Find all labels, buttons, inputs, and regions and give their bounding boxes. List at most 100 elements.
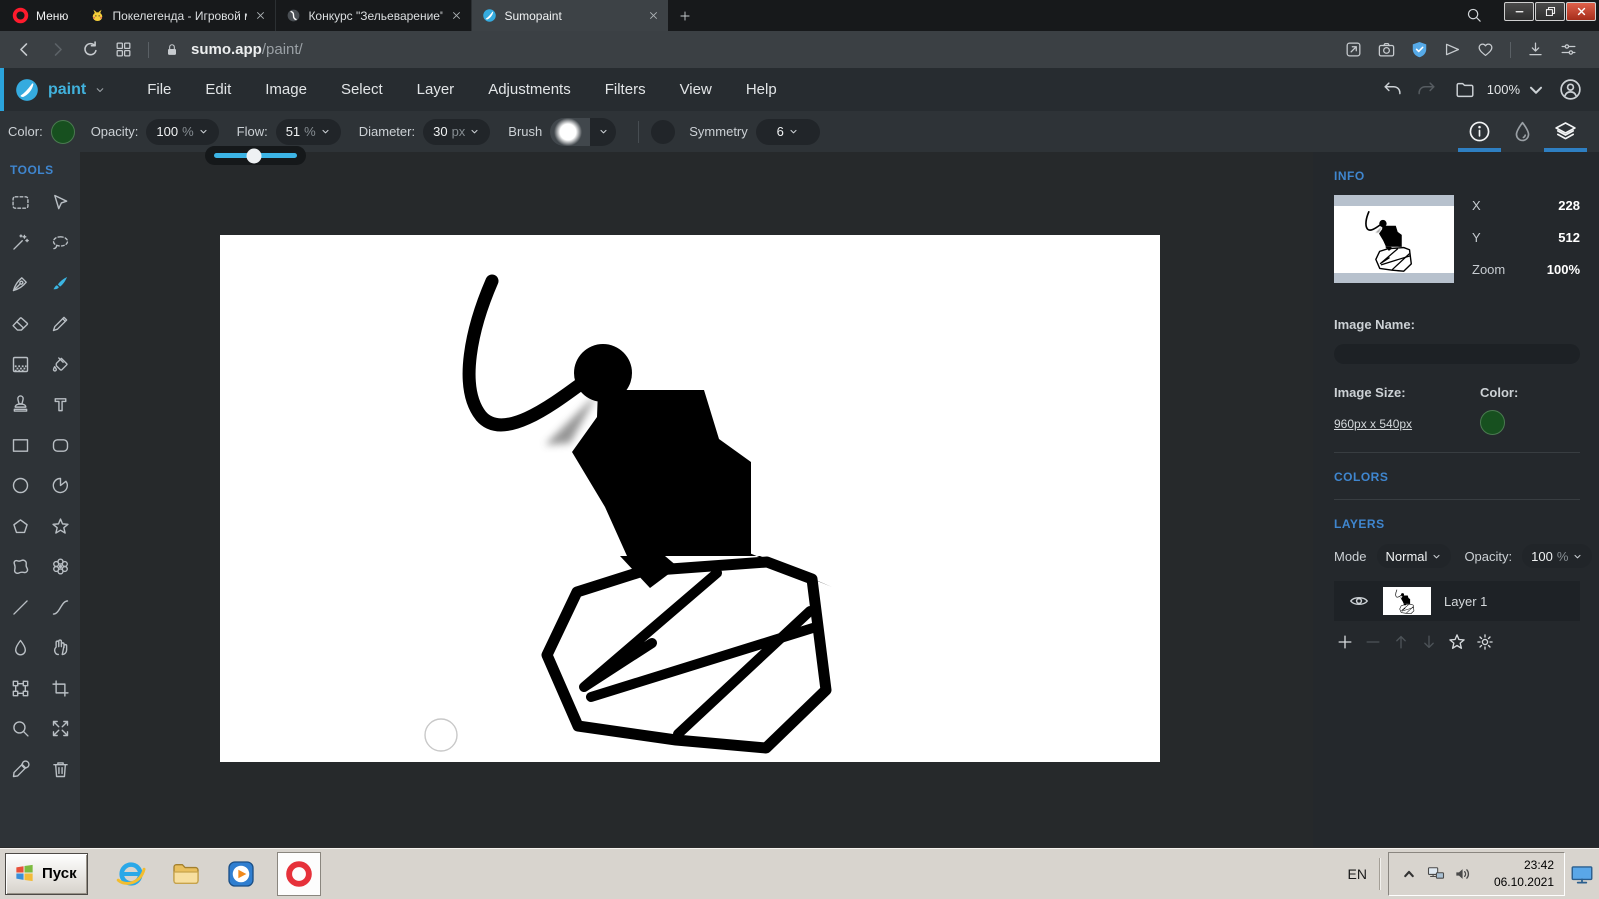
tool-paint-bucket[interactable] [40, 344, 80, 385]
menu-layer[interactable]: Layer [400, 81, 472, 98]
tool-eyedropper[interactable] [0, 749, 40, 790]
symmetry-select[interactable]: 6 [756, 119, 820, 145]
tool-trash[interactable] [40, 749, 80, 790]
eye-icon[interactable] [1348, 590, 1370, 612]
flow-slider-thumb[interactable] [246, 148, 261, 163]
tool-blur-drop[interactable] [0, 628, 40, 669]
pinboard-icon[interactable] [1344, 40, 1363, 59]
image-name-input[interactable] [1334, 344, 1580, 364]
network-icon[interactable] [1426, 864, 1446, 884]
browser-tab-1[interactable]: Покелегенда - Игровой мир. [80, 0, 276, 31]
tool-clone-stamp[interactable] [0, 385, 40, 426]
tool-zoom[interactable] [0, 709, 40, 750]
speed-dial-icon[interactable] [114, 40, 133, 59]
tool-transform[interactable] [0, 668, 40, 709]
tool-lasso[interactable] [40, 223, 80, 264]
forward-icon[interactable] [48, 40, 67, 59]
undo-icon[interactable] [1382, 79, 1404, 101]
info-panel-toggle[interactable] [1458, 111, 1501, 152]
tool-pie[interactable] [40, 466, 80, 507]
tab-close-icon[interactable] [647, 9, 660, 22]
add-layer-button[interactable] [1335, 632, 1355, 652]
move-layer-up-button[interactable] [1391, 632, 1411, 652]
symmetry-toggle[interactable] [651, 120, 675, 144]
url-field[interactable]: sumo.app/paint/ [191, 41, 303, 58]
canvas-preview[interactable] [1334, 195, 1454, 283]
tool-symmetry[interactable] [40, 547, 80, 588]
tool-star[interactable] [40, 506, 80, 547]
tool-rounded-rectangle[interactable] [40, 425, 80, 466]
opacity-select[interactable]: 100 % [146, 119, 218, 145]
tool-pattern[interactable] [0, 344, 40, 385]
tool-move-arrow[interactable] [40, 182, 80, 223]
menu-view[interactable]: View [663, 81, 729, 98]
shield-check-icon[interactable] [1410, 40, 1429, 59]
tool-fullscreen[interactable] [40, 709, 80, 750]
tool-pencil[interactable] [40, 304, 80, 345]
move-layer-down-button[interactable] [1419, 632, 1439, 652]
menu-select[interactable]: Select [324, 81, 400, 98]
browser-tab-2[interactable]: Конкурс "Зельеварение" - П [276, 0, 472, 31]
diameter-select[interactable]: 30 px [423, 119, 490, 145]
menu-image[interactable]: Image [248, 81, 324, 98]
brush-select[interactable] [550, 118, 616, 146]
tool-crop[interactable] [40, 668, 80, 709]
lock-icon[interactable] [164, 42, 180, 58]
taskbar-app-file-explorer[interactable] [167, 855, 205, 893]
layer-row[interactable]: Layer 1 [1334, 581, 1580, 621]
tool-text[interactable] [40, 385, 80, 426]
search-icon[interactable] [1465, 6, 1483, 24]
language-indicator[interactable]: EN [1348, 866, 1367, 882]
volume-icon[interactable] [1453, 864, 1473, 884]
taskbar-app-opera[interactable] [277, 852, 321, 896]
window-minimize-button[interactable] [1504, 2, 1534, 21]
tool-freeform[interactable] [0, 547, 40, 588]
menu-filters[interactable]: Filters [588, 81, 663, 98]
tool-eraser[interactable] [0, 304, 40, 345]
window-maximize-button[interactable] [1535, 2, 1565, 21]
tool-curve[interactable] [40, 587, 80, 628]
paint-canvas[interactable] [220, 235, 1160, 762]
tool-paintbrush[interactable] [40, 263, 80, 304]
tray-clock[interactable]: 23:42 06.10.2021 [1480, 857, 1554, 889]
tool-polygon[interactable] [0, 506, 40, 547]
menu-help[interactable]: Help [729, 81, 794, 98]
tool-line[interactable] [0, 587, 40, 628]
flow-slider[interactable] [205, 146, 306, 165]
menu-file[interactable]: File [130, 81, 188, 98]
menu-edit[interactable]: Edit [188, 81, 248, 98]
remove-layer-button[interactable] [1363, 632, 1383, 652]
menu-adjustments[interactable]: Adjustments [471, 81, 588, 98]
color-swatch[interactable] [51, 120, 75, 144]
tool-rectangle[interactable] [0, 425, 40, 466]
image-size-link[interactable]: 960px x 540px [1334, 417, 1412, 431]
start-button[interactable]: Пуск [5, 853, 88, 895]
taskbar-app-media-player[interactable] [222, 855, 260, 893]
colors-heading[interactable]: COLORS [1334, 470, 1580, 484]
show-desktop-button[interactable] [1569, 861, 1595, 887]
zoom-control[interactable]: 100% [1487, 79, 1547, 101]
back-icon[interactable] [15, 40, 34, 59]
tool-magic-wand[interactable] [0, 223, 40, 264]
layers-panel-toggle[interactable] [1544, 111, 1587, 152]
reload-icon[interactable] [81, 40, 100, 59]
layers-heading[interactable]: LAYERS [1334, 517, 1580, 531]
layer-settings-button[interactable] [1475, 632, 1495, 652]
redo-icon[interactable] [1415, 79, 1437, 101]
layer-opacity-select[interactable]: 100 % [1522, 544, 1592, 568]
account-icon[interactable] [1558, 77, 1583, 102]
snapshot-icon[interactable] [1377, 40, 1396, 59]
flow-slider-track[interactable] [214, 153, 297, 158]
tune-icon[interactable] [1559, 40, 1578, 59]
tab-close-icon[interactable] [254, 9, 267, 22]
open-file-icon[interactable] [1454, 79, 1476, 101]
tab-close-icon[interactable] [450, 9, 463, 22]
browser-tab-3[interactable]: Sumopaint [472, 0, 668, 31]
window-close-button[interactable] [1566, 2, 1596, 21]
opera-menu-button[interactable]: Меню [0, 0, 80, 31]
flow-select[interactable]: 51 % [276, 119, 341, 145]
tray-chevron-icon[interactable] [1399, 864, 1419, 884]
tool-pen[interactable] [0, 263, 40, 304]
taskbar-app-internet-explorer[interactable] [112, 855, 150, 893]
sumopaint-app-switcher[interactable]: paint [4, 77, 116, 103]
